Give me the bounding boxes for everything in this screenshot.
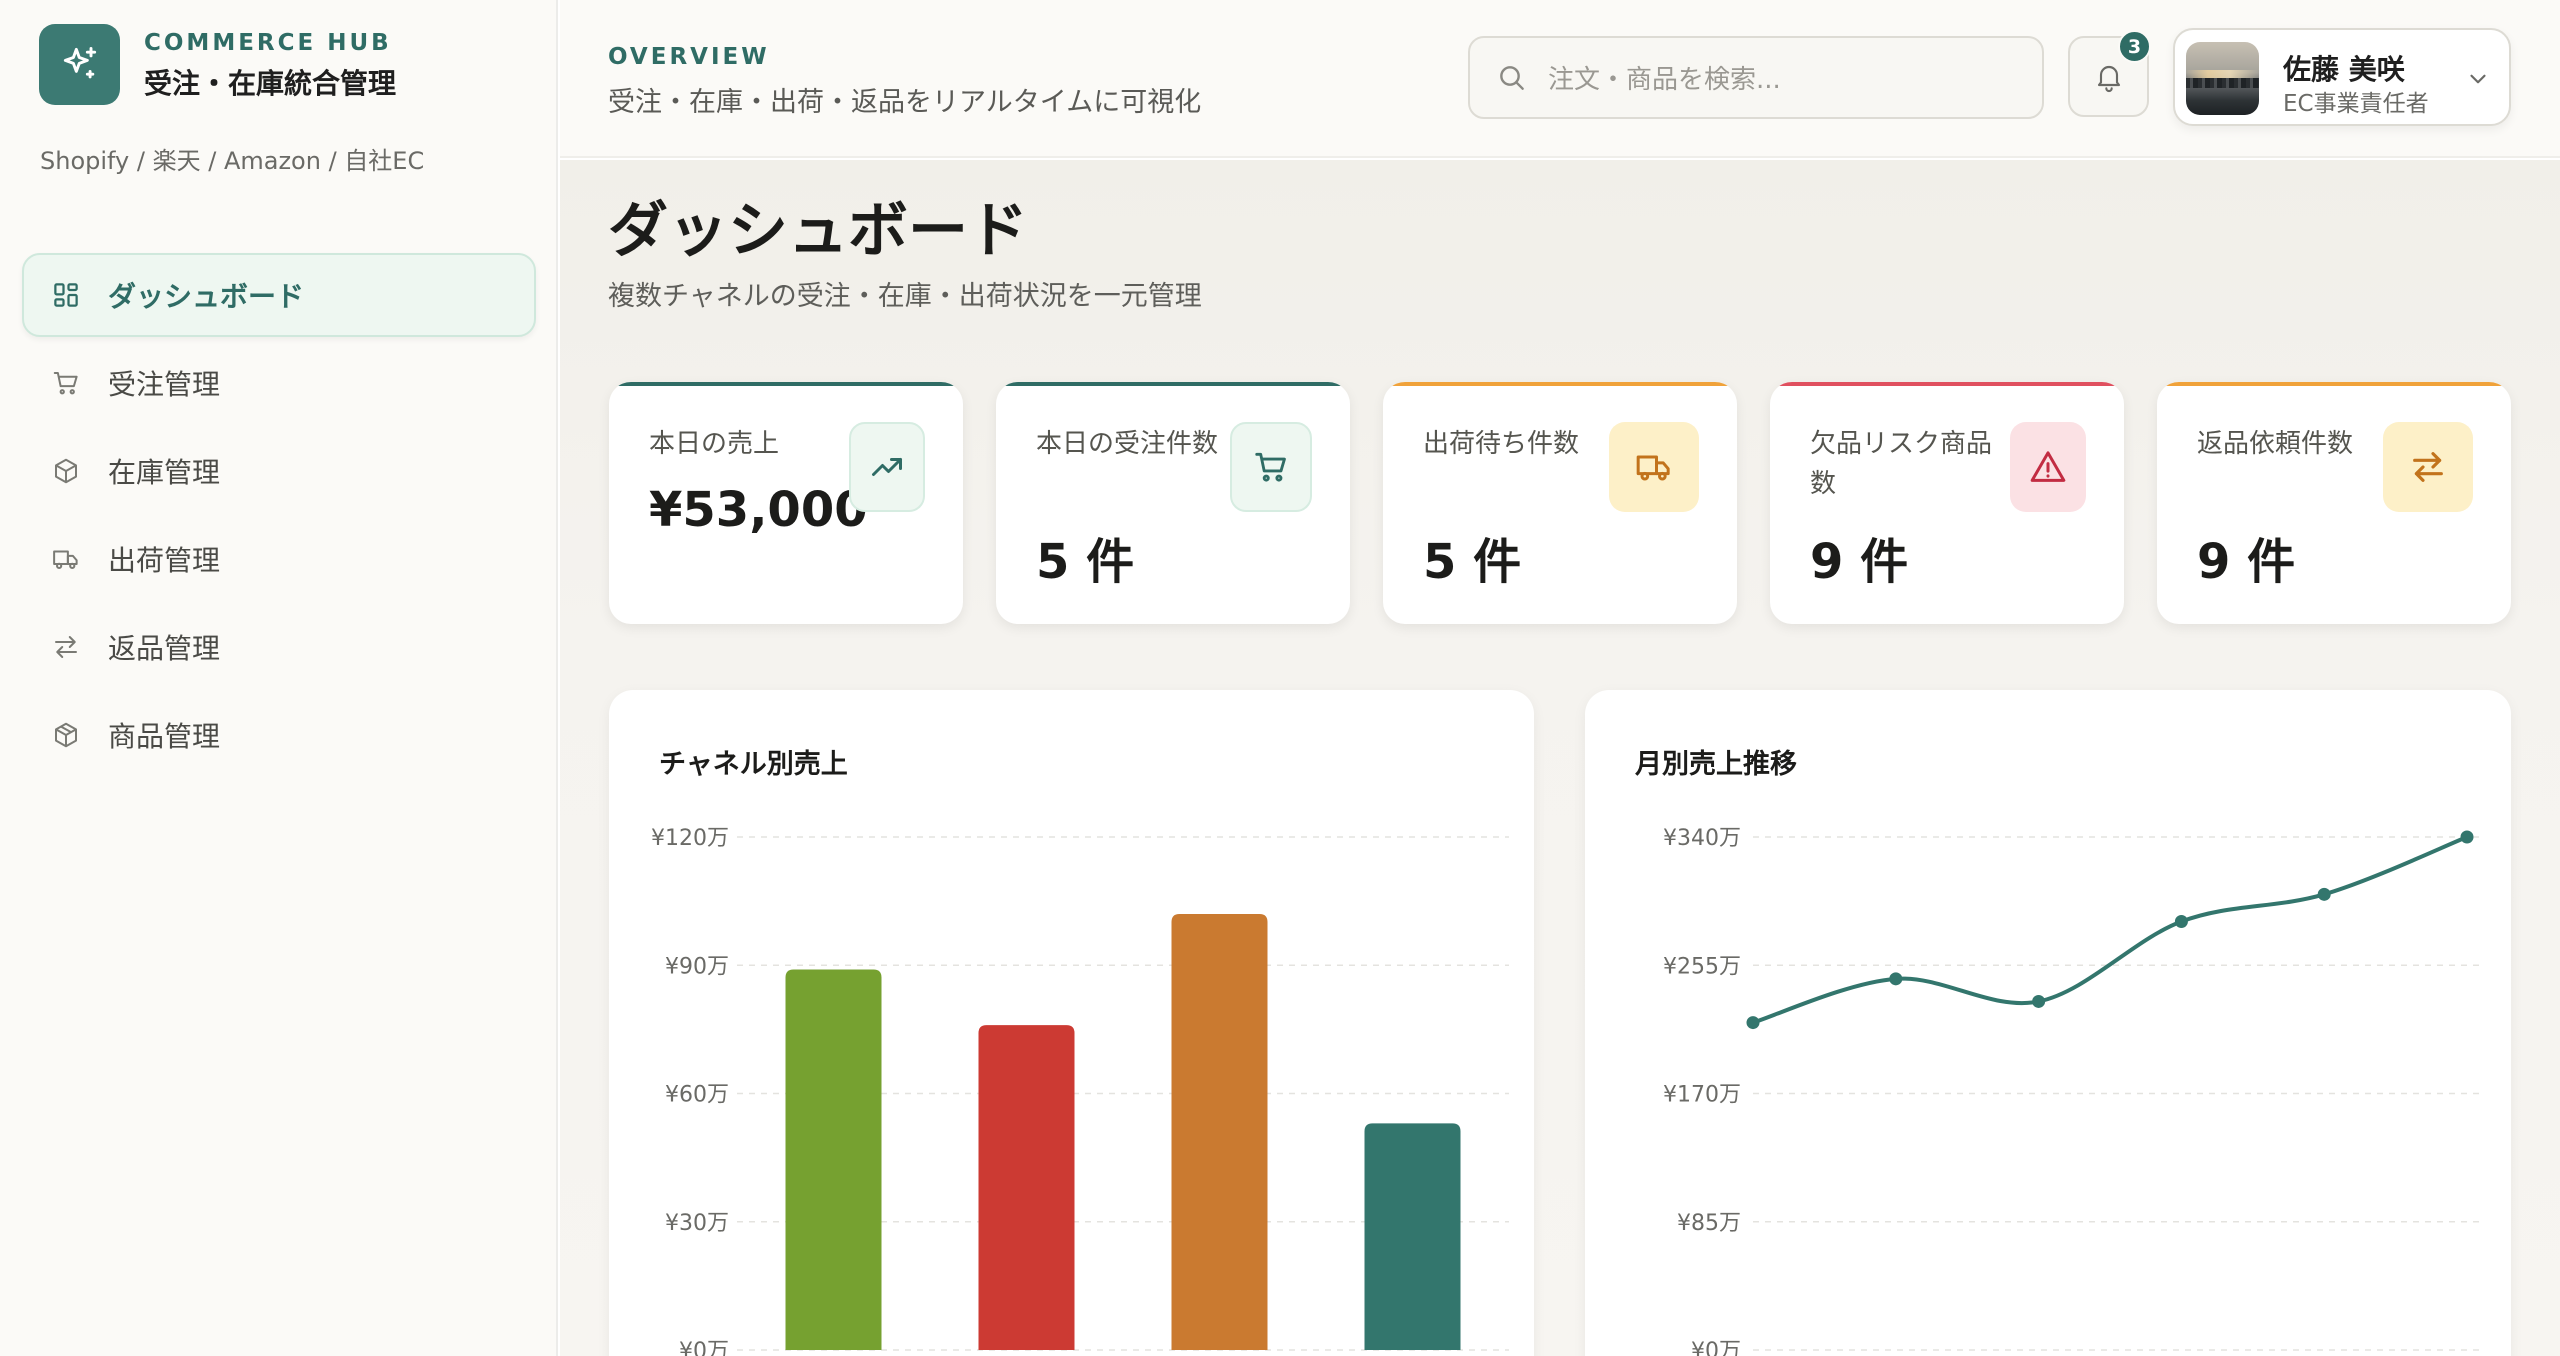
sidebar-item-products[interactable]: 商品管理 bbox=[22, 693, 536, 777]
user-menu[interactable]: 佐藤 美咲 EC事業責任者 bbox=[2173, 28, 2511, 126]
sidebar-item-orders[interactable]: 受注管理 bbox=[22, 341, 536, 425]
y-tick-label: ¥0万 bbox=[1691, 1339, 1741, 1356]
brand-logo[interactable] bbox=[39, 24, 120, 105]
stat-accent-bar bbox=[996, 382, 1350, 386]
cart-icon bbox=[1230, 422, 1312, 512]
y-tick-label: ¥170万 bbox=[1663, 1083, 1741, 1108]
trend-up-icon bbox=[849, 422, 925, 512]
truck-icon bbox=[50, 543, 82, 575]
stat-card-orders[interactable]: 本日の受注件数 5 件 bbox=[996, 382, 1350, 624]
main-content: ダッシュボード 複数チャネルの受注・在庫・出荷状況を一元管理 本日の売上 ¥53… bbox=[560, 160, 2560, 1356]
brand-eyebrow: COMMERCE HUB bbox=[144, 30, 392, 56]
bell-icon bbox=[2097, 65, 2120, 92]
sidebar: COMMERCE HUB 受注・在庫統合管理 Shopify / 楽天 / Am… bbox=[0, 0, 558, 1356]
grid-icon bbox=[50, 279, 82, 311]
stat-label: 欠品リスク商品数 bbox=[1810, 429, 1993, 499]
y-tick-label: ¥60万 bbox=[665, 1083, 729, 1108]
stat-label: 返品依頼件数 bbox=[2197, 429, 2354, 459]
stat-label: 本日の売上 bbox=[649, 429, 780, 459]
sidebar-item-label: 受注管理 bbox=[108, 368, 221, 401]
y-tick-label: ¥120万 bbox=[651, 826, 729, 851]
search-icon bbox=[1496, 62, 1528, 94]
warning-icon bbox=[2010, 422, 2086, 512]
sidebar-item-label: ダッシュボード bbox=[108, 280, 305, 313]
data-point[interactable] bbox=[1746, 1016, 1760, 1030]
brand-channels: Shopify / 楽天 / Amazon / 自社EC bbox=[40, 147, 425, 175]
sidebar-item-label: 出荷管理 bbox=[108, 544, 221, 577]
page-subtitle: 複数チャネルの受注・在庫・出荷状況を一元管理 bbox=[608, 281, 1202, 312]
page-title: ダッシュボード bbox=[608, 196, 1028, 266]
monthly-sales-chart-panel: 月別売上推移 ¥0万¥85万¥170万¥255万¥340万2025/122026… bbox=[1585, 690, 2511, 1356]
sidebar-item-returns[interactable]: 返品管理 bbox=[22, 605, 536, 689]
channel-sales-bar-chart: ¥0万¥30万¥60万¥90万¥120万Shopify楽天市場Amazon自社E… bbox=[651, 826, 1509, 1356]
notification-count-badge: 3 bbox=[2118, 30, 2151, 63]
data-point[interactable] bbox=[1889, 972, 1903, 986]
sidebar-item-label: 在庫管理 bbox=[108, 456, 221, 489]
y-tick-label: ¥255万 bbox=[1663, 954, 1741, 979]
sidebar-nav: ダッシュボード 受注管理 在庫管理 出荷管理 返品管理 商品管理 bbox=[22, 253, 536, 781]
sidebar-item-label: 返品管理 bbox=[108, 632, 221, 665]
stat-value: 5 件 bbox=[1036, 534, 1135, 590]
stat-card-pending-shipments[interactable]: 出荷待ち件数 5 件 bbox=[1383, 382, 1737, 624]
user-name: 佐藤 美咲 bbox=[2283, 53, 2405, 86]
stat-value: 5 件 bbox=[1423, 534, 1522, 590]
stat-value: 9 件 bbox=[2197, 534, 2296, 590]
sparkles-icon bbox=[63, 46, 96, 78]
stat-label: 出荷待ち件数 bbox=[1423, 429, 1580, 459]
data-point[interactable] bbox=[2174, 914, 2188, 928]
data-point[interactable] bbox=[2460, 830, 2474, 844]
cart-icon bbox=[50, 367, 82, 399]
swap-icon bbox=[2383, 422, 2473, 512]
bar[interactable] bbox=[1364, 1123, 1461, 1350]
bar[interactable] bbox=[978, 1025, 1075, 1350]
data-point[interactable] bbox=[2317, 887, 2331, 901]
search-input[interactable]: 注文・商品を検索... bbox=[1548, 59, 1781, 96]
bar[interactable] bbox=[785, 969, 882, 1350]
user-role: EC事業責任者 bbox=[2283, 91, 2429, 117]
truck-icon bbox=[1609, 422, 1699, 512]
stat-accent-bar bbox=[2157, 382, 2511, 386]
channel-sales-chart-panel: チャネル別売上 ¥0万¥30万¥60万¥90万¥120万Shopify楽天市場A… bbox=[609, 690, 1534, 1356]
series-line bbox=[1751, 835, 2469, 1025]
header-eyebrow: OVERVIEW bbox=[608, 44, 770, 70]
stat-card-sales[interactable]: 本日の売上 ¥53,000 bbox=[609, 382, 963, 624]
chevron-down-icon bbox=[2465, 66, 2491, 92]
sidebar-item-shipping[interactable]: 出荷管理 bbox=[22, 517, 536, 601]
search-box[interactable]: 注文・商品を検索... bbox=[1468, 36, 2044, 119]
header-description: 受注・在庫・出荷・返品をリアルタイムに可視化 bbox=[608, 87, 1202, 118]
stat-value: 9 件 bbox=[1810, 534, 1909, 590]
monthly-sales-line-chart: ¥0万¥85万¥170万¥255万¥340万2025/122026/012026… bbox=[1663, 826, 2483, 1356]
stat-card-return-requests[interactable]: 返品依頼件数 9 件 bbox=[2157, 382, 2511, 624]
y-tick-label: ¥340万 bbox=[1663, 826, 1741, 851]
avatar bbox=[2186, 42, 2259, 115]
stat-accent-bar bbox=[1770, 382, 2124, 386]
stat-value: ¥53,000 bbox=[649, 482, 868, 538]
stat-card-stockout-risk[interactable]: 欠品リスク商品数 9 件 bbox=[1770, 382, 2124, 624]
top-header: OVERVIEW 受注・在庫・出荷・返品をリアルタイムに可視化 注文・商品を検索… bbox=[560, 0, 2560, 158]
stat-label: 本日の受注件数 bbox=[1036, 429, 1219, 459]
sidebar-item-label: 商品管理 bbox=[108, 720, 221, 753]
sidebar-item-inventory[interactable]: 在庫管理 bbox=[22, 429, 536, 513]
package-icon bbox=[50, 719, 82, 751]
y-tick-label: ¥0万 bbox=[679, 1339, 729, 1356]
stat-accent-bar bbox=[1383, 382, 1737, 386]
data-point[interactable] bbox=[2032, 994, 2046, 1008]
y-tick-label: ¥85万 bbox=[1677, 1211, 1741, 1236]
brand-title: 受注・在庫統合管理 bbox=[144, 67, 397, 100]
sidebar-item-dashboard[interactable]: ダッシュボード bbox=[22, 253, 536, 337]
stat-accent-bar bbox=[609, 382, 963, 386]
y-tick-label: ¥30万 bbox=[665, 1211, 729, 1236]
swap-icon bbox=[50, 631, 82, 663]
bar[interactable] bbox=[1171, 913, 1268, 1350]
box-icon bbox=[50, 455, 82, 487]
y-tick-label: ¥90万 bbox=[665, 954, 729, 979]
